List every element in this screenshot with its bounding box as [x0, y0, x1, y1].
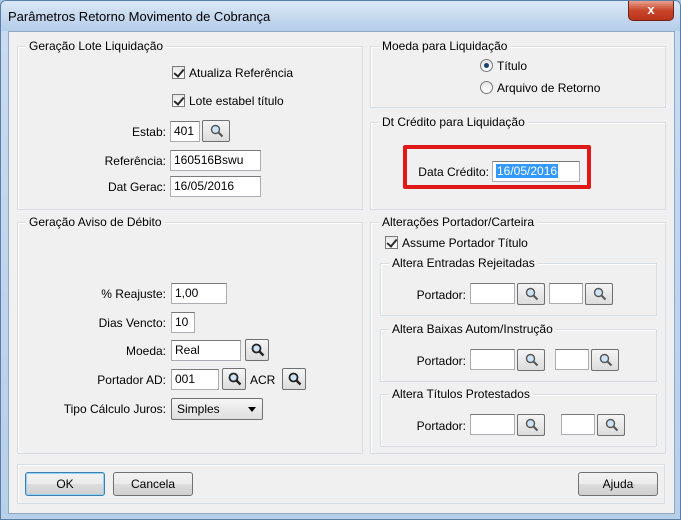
group-legend: Dt Crédito para Liquidação [379, 115, 528, 129]
entradas-search-button[interactable] [517, 283, 545, 305]
magnifier-icon [599, 353, 613, 367]
highlight-annotation [403, 145, 591, 189]
estab-label: Estab: [131, 125, 166, 139]
radio-titulo-label: Título [497, 59, 528, 73]
estab-search-button[interactable] [202, 120, 230, 142]
dat-gerac-input[interactable]: 16/05/2016 [170, 176, 261, 197]
moeda-search-button[interactable] [245, 339, 269, 361]
tipo-calculo-label: Tipo Cálculo Juros: [63, 402, 166, 416]
dias-vencto-label: Dias Vencto: [98, 316, 166, 330]
radio-arquivo-retorno-label: Arquivo de Retorno [497, 81, 601, 95]
baixas-search-button[interactable] [517, 349, 545, 371]
protestados-subgroup: Altera Títulos Protestados Portador: [380, 387, 657, 447]
magnifier-icon [525, 287, 539, 301]
radio-titulo[interactable] [480, 59, 493, 72]
dat-gerac-label: Dat Gerac: [107, 180, 166, 194]
tipo-calculo-select[interactable]: Simples [171, 398, 263, 420]
moeda-liquidacao-group: Moeda para Liquidação Título Arquivo de … [370, 39, 666, 108]
atualiza-referencia-checkbox[interactable] [172, 66, 185, 79]
dialog-client-area: Geração Lote Liquidação Atualiza Referên… [8, 31, 675, 514]
baixas-carteira-input[interactable] [555, 349, 589, 370]
dias-vencto-input[interactable]: 10 [171, 312, 195, 333]
protestados-portador-input[interactable] [470, 414, 515, 435]
close-button[interactable]: x [628, 1, 674, 21]
cancela-button[interactable]: Cancela [113, 472, 193, 496]
baixas-portador-input[interactable] [470, 349, 515, 370]
ajuda-button[interactable]: Ajuda [578, 472, 658, 496]
lote-estabel-checkbox[interactable] [172, 94, 185, 107]
tipo-calculo-value: Simples [177, 402, 220, 416]
acr-search-button[interactable] [282, 368, 306, 390]
lote-estabel-label: Lote estabel título [189, 94, 284, 108]
geracao-lote-group: Geração Lote Liquidação Atualiza Referên… [17, 39, 363, 210]
baixas-portador-label: Portador: [416, 354, 466, 368]
button-bar: OK Cancela Ajuda [17, 464, 665, 504]
referencia-input[interactable]: 160516Bswu [170, 150, 261, 171]
magnifier-icon [210, 124, 224, 138]
assume-portador-checkbox[interactable] [385, 236, 398, 249]
entradas-portador-label: Portador: [416, 288, 466, 302]
aviso-debito-group: Geração Aviso de Débito % Reajuste: 1,00… [17, 215, 363, 454]
protestados-portador-label: Portador: [416, 419, 466, 433]
magnifier-icon [288, 372, 302, 386]
portador-ad-input[interactable]: 001 [171, 369, 219, 390]
assume-portador-label: Assume Portador Título [402, 236, 528, 250]
protestados-search-button[interactable] [517, 414, 545, 436]
entradas-carteira-search-button[interactable] [585, 283, 613, 305]
protestados-carteira-input[interactable] [561, 414, 595, 435]
subgroup-legend: Altera Baixas Autom/Instrução [389, 322, 556, 336]
portador-ad-label: Portador AD: [97, 373, 166, 387]
moeda-label: Moeda: [125, 344, 166, 358]
magnifier-icon [605, 418, 619, 432]
chevron-down-icon [248, 407, 256, 412]
reajuste-input[interactable]: 1,00 [171, 283, 227, 304]
group-legend: Alterações Portador/Carteira [379, 215, 538, 229]
alteracoes-group: Alterações Portador/Carteira Assume Port… [370, 215, 666, 454]
magnifier-icon [228, 372, 242, 386]
radio-arquivo-retorno[interactable] [480, 81, 493, 94]
entradas-portador-input[interactable] [470, 283, 515, 304]
group-legend: Geração Lote Liquidação [26, 39, 167, 53]
subgroup-legend: Altera Títulos Protestados [389, 387, 533, 401]
portador-ad-search-button[interactable] [222, 368, 246, 390]
magnifier-icon [525, 418, 539, 432]
atualiza-referencia-label: Atualiza Referência [189, 66, 294, 80]
group-legend: Geração Aviso de Débito [26, 215, 165, 229]
baixas-subgroup: Altera Baixas Autom/Instrução Portador: [380, 322, 657, 382]
baixas-carteira-search-button[interactable] [591, 349, 619, 371]
ok-button[interactable]: OK [25, 472, 105, 496]
window-title: Parâmetros Retorno Movimento de Cobrança [8, 9, 271, 24]
magnifier-icon [251, 343, 265, 357]
close-icon: x [647, 2, 655, 17]
moeda-input[interactable]: Real [171, 340, 241, 361]
entradas-subgroup: Altera Entradas Rejeitadas Portador: [380, 256, 657, 316]
portador-ad-suffix: ACR [250, 373, 276, 387]
referencia-label: Referência: [104, 154, 166, 168]
reajuste-label: % Reajuste: [101, 287, 166, 301]
dialog-window: Parâmetros Retorno Movimento de Cobrança… [0, 0, 681, 520]
entradas-carteira-input[interactable] [549, 283, 583, 304]
estab-input[interactable]: 401 [170, 121, 200, 142]
title-bar[interactable]: Parâmetros Retorno Movimento de Cobrança… [1, 1, 680, 31]
protestados-carteira-search-button[interactable] [597, 414, 625, 436]
magnifier-icon [525, 353, 539, 367]
subgroup-legend: Altera Entradas Rejeitadas [389, 256, 538, 270]
magnifier-icon [593, 287, 607, 301]
group-legend: Moeda para Liquidação [379, 39, 511, 53]
